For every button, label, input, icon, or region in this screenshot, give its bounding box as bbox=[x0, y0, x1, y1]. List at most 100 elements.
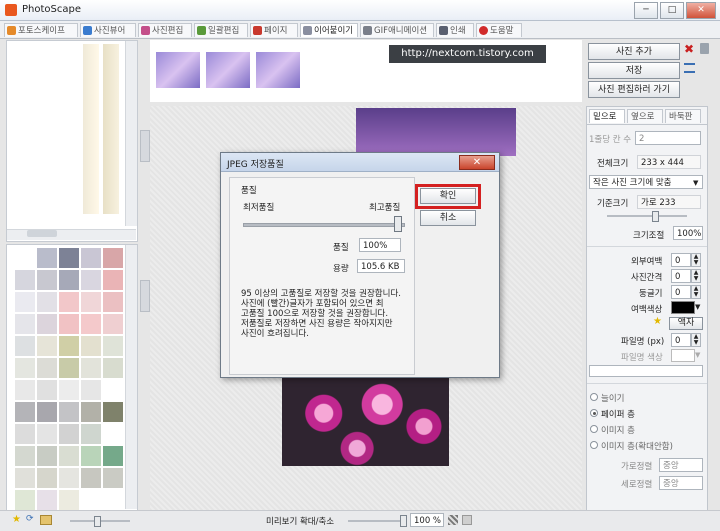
radio-stretch-label: 늘이기 bbox=[601, 394, 625, 404]
combine-settings-panel: 밑으로 옆으로 바둑판 1줄당 칸 수 2 전체크기 233 x 444 작은 … bbox=[586, 106, 708, 512]
dialog-close-button[interactable]: ✕ bbox=[459, 155, 495, 170]
radio-image-layer[interactable] bbox=[590, 425, 598, 433]
selected-thumbnail[interactable] bbox=[156, 52, 200, 88]
trash-icon[interactable] bbox=[700, 43, 709, 54]
radio-paper-layer[interactable] bbox=[590, 409, 598, 417]
tab-print[interactable]: 인쇄 bbox=[436, 23, 474, 37]
view-icon[interactable] bbox=[462, 515, 472, 525]
refresh-icon[interactable]: ⟳ bbox=[26, 514, 34, 524]
size-label: 용량 bbox=[333, 264, 349, 274]
page-icon bbox=[253, 26, 262, 35]
zoom-input[interactable]: 100% bbox=[673, 226, 703, 240]
ok-button[interactable]: 확인 bbox=[420, 188, 476, 204]
jpeg-quality-dialog: JPEG 저장품질 ✕ 품질 최저품질 최고품질 품질 100% 용량 105.… bbox=[220, 152, 500, 378]
outer-margin-input[interactable]: 0 bbox=[671, 253, 691, 267]
quality-note-1: 95 이상의 고품질로 저장할 것을 권장합니다. bbox=[241, 289, 401, 299]
slider-thumb[interactable] bbox=[400, 515, 407, 527]
remove-icon[interactable]: ✖ bbox=[684, 42, 694, 56]
per-row-label: 1줄당 칸 수 bbox=[589, 135, 632, 145]
tree-hscroll-thumb[interactable] bbox=[27, 230, 57, 237]
file-border-label: 파일명 (px) bbox=[621, 337, 665, 347]
preview-zoom-input[interactable]: 100 % bbox=[410, 513, 444, 527]
h-align-label: 가로정렬 bbox=[621, 462, 653, 472]
selected-thumbnail[interactable] bbox=[206, 52, 250, 88]
star-icon: ★ bbox=[653, 316, 662, 327]
chevron-down-icon[interactable]: ▼ bbox=[695, 351, 700, 359]
fit-size-select[interactable]: 작은 사진 크기에 맞춤 bbox=[589, 175, 703, 189]
v-align-label: 세로정렬 bbox=[621, 480, 653, 490]
close-button[interactable]: ✕ bbox=[686, 2, 716, 19]
cancel-button[interactable]: 취소 bbox=[420, 210, 476, 226]
radio-paper-layer-label: 페이퍼 층 bbox=[601, 410, 635, 420]
quality-slider[interactable] bbox=[243, 223, 405, 227]
tree-scrollbar[interactable] bbox=[125, 41, 137, 226]
blog-url-overlay: http://nextcom.tistory.com bbox=[389, 45, 546, 63]
preview-zoom-slider[interactable] bbox=[348, 520, 404, 522]
radio-stretch[interactable] bbox=[590, 393, 598, 401]
tab-viewer[interactable]: 사진뷰어 bbox=[80, 23, 136, 37]
save-button[interactable]: 저장 bbox=[588, 62, 680, 79]
per-row-select[interactable]: 2 bbox=[635, 131, 701, 145]
tab-gif[interactable]: GIF애니메이션 bbox=[360, 23, 434, 37]
v-align-select[interactable]: 중앙 bbox=[659, 476, 703, 490]
go-edit-button[interactable]: 사진 편집하러 가기 bbox=[588, 81, 680, 98]
radio-image-layer-label: 이미지 층 bbox=[601, 426, 635, 436]
tab-combine[interactable]: 이어붙이기 bbox=[300, 23, 358, 37]
round-input[interactable]: 0 bbox=[671, 285, 691, 299]
tab-horizontal[interactable]: 옆으로 bbox=[627, 109, 663, 123]
spacing-spinner[interactable]: ▲ ▼ bbox=[691, 269, 701, 283]
minimize-button[interactable]: ─ bbox=[634, 2, 658, 19]
file-border-spinner[interactable]: ▲ ▼ bbox=[691, 333, 701, 347]
selected-thumbnail[interactable] bbox=[256, 52, 300, 88]
list-icon[interactable] bbox=[684, 63, 695, 73]
base-size-label: 기준크기 bbox=[597, 199, 629, 209]
frame-button[interactable]: 액자 bbox=[669, 317, 703, 330]
tab-grid[interactable]: 바둑판 bbox=[665, 109, 701, 123]
size-value: 105.6 KB bbox=[357, 259, 405, 273]
spacing-label: 사진간격 bbox=[631, 273, 663, 283]
round-spinner[interactable]: ▲ ▼ bbox=[691, 285, 701, 299]
app-icon bbox=[5, 4, 17, 16]
h-align-select[interactable]: 중앙 bbox=[659, 458, 703, 472]
tab-editor[interactable]: 사진편집 bbox=[138, 23, 192, 37]
print-icon bbox=[439, 26, 448, 35]
slider-thumb[interactable] bbox=[94, 516, 101, 527]
total-size-label: 전체크기 bbox=[597, 159, 629, 169]
splitter-handle[interactable] bbox=[140, 130, 150, 162]
tab-vertical[interactable]: 밑으로 bbox=[589, 109, 625, 123]
tab-page[interactable]: 페이지 bbox=[250, 23, 298, 37]
maximize-button[interactable]: □ bbox=[660, 2, 684, 19]
thumbnail-scrollbar[interactable] bbox=[125, 245, 137, 509]
tab-photoscape[interactable]: 포토스케이프 bbox=[4, 23, 78, 37]
radio-image-layer-nozoom[interactable] bbox=[590, 441, 598, 449]
tab-help[interactable]: 도움말 bbox=[476, 23, 522, 37]
folder-icon[interactable] bbox=[40, 515, 52, 525]
spacing-input[interactable]: 0 bbox=[671, 269, 691, 283]
margin-color-swatch[interactable] bbox=[671, 301, 695, 314]
quality-note-2: 사진에 (빨간)글자가 포함되어 있으면 최 bbox=[241, 299, 384, 309]
home-icon bbox=[7, 26, 16, 35]
file-color-swatch[interactable] bbox=[671, 349, 695, 362]
base-size-value: 가로 233 bbox=[637, 195, 701, 209]
round-label: 둥글기 bbox=[639, 289, 663, 299]
folder-tree[interactable] bbox=[6, 40, 138, 242]
tab-batch[interactable]: 일괄편집 bbox=[194, 23, 248, 37]
chevron-down-icon: ▼ bbox=[693, 179, 699, 187]
base-size-slider[interactable] bbox=[607, 215, 687, 217]
preview-zoom-label: 미리보기 확대/축소 bbox=[266, 517, 335, 527]
star-icon[interactable]: ★ bbox=[12, 514, 21, 525]
fit-icon[interactable] bbox=[448, 515, 458, 525]
quality-value: 100% bbox=[359, 238, 401, 252]
quality-group-label: 품질 bbox=[241, 186, 257, 196]
slider-thumb[interactable] bbox=[394, 216, 402, 232]
chevron-down-icon[interactable]: ▼ bbox=[695, 303, 700, 311]
file-border-input[interactable]: 0 bbox=[671, 333, 691, 347]
add-photo-button[interactable]: 사진 추가 bbox=[588, 43, 680, 60]
outer-margin-spinner[interactable]: ▲ ▼ bbox=[691, 253, 701, 267]
file-name-input[interactable] bbox=[589, 365, 703, 377]
max-quality-label: 최고품질 bbox=[369, 203, 401, 213]
quality-label: 품질 bbox=[333, 243, 349, 253]
splitter-handle[interactable] bbox=[140, 280, 150, 312]
thumbnail-grid[interactable] bbox=[6, 244, 138, 511]
slider-thumb[interactable] bbox=[652, 211, 659, 222]
